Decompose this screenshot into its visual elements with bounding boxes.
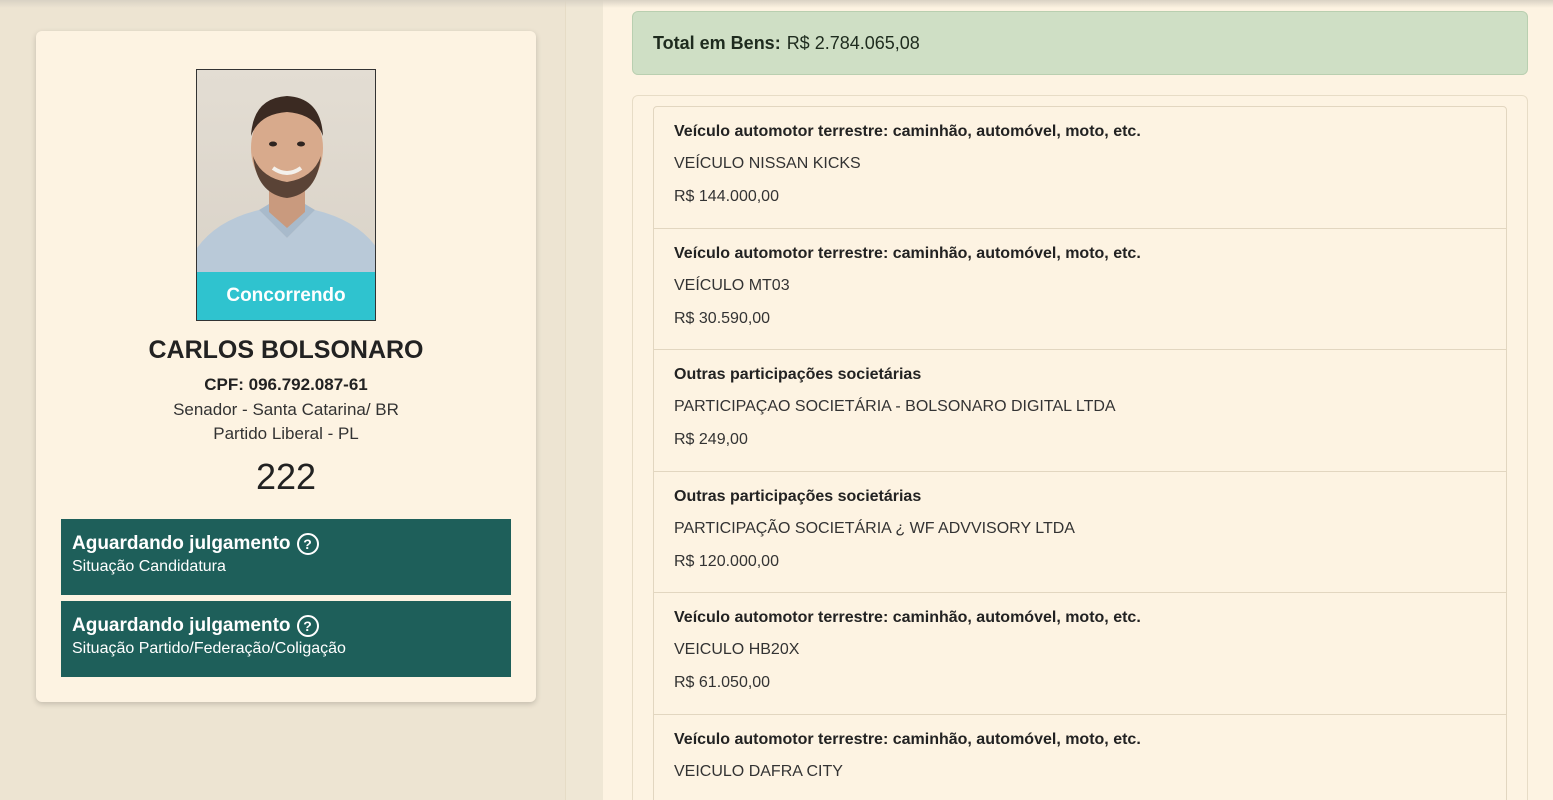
status-title-text: Aguardando julgamento (72, 615, 291, 636)
question-circle-icon[interactable]: ? (296, 615, 319, 637)
status-badge: Concorrendo (197, 272, 375, 320)
list-item: Veículo automotor terrestre: caminhão, a… (654, 593, 1506, 715)
asset-description: PARTICIPAÇÃO SOCIETÁRIA ¿ WF ADVVISORY L… (674, 519, 1075, 537)
question-circle-icon[interactable]: ? (296, 533, 319, 555)
asset-value: R$ 120.000,00 (674, 552, 779, 570)
asset-description: VEICULO HB20X (674, 641, 800, 659)
candidate-name: CARLOS BOLSONARO (148, 336, 424, 364)
list-item: Veículo automotor terrestre: caminhão, a… (654, 107, 1506, 229)
total-assets-value: R$ 2.784.065,08 (786, 32, 920, 53)
status-title: Aguardando julgamento ? (72, 533, 500, 555)
list-item: Veículo automotor terrestre: caminhão, a… (654, 715, 1506, 800)
candidate-cpf: CPF: 096.792.087-61 (204, 375, 368, 394)
list-item: Veículo automotor terrestre: caminhão, a… (654, 229, 1506, 351)
asset-type: Veículo automotor terrestre: caminhão, a… (674, 609, 1141, 627)
status-title-text: Aguardando julgamento (72, 533, 291, 554)
asset-value: R$ 30.590,00 (674, 309, 771, 327)
asset-description: PARTICIPAÇAO SOCIETÁRIA - BOLSONARO DIGI… (674, 398, 1116, 416)
asset-value: R$ 61.050,00 (674, 674, 771, 692)
total-assets-label: Total em Bens: (653, 32, 781, 53)
status-party-box: Aguardando julgamento ? Situação Partido… (61, 601, 511, 677)
asset-description: VEICULO DAFRA CITY (674, 762, 843, 780)
asset-description: VEÍCULO NISSAN KICKS (674, 155, 861, 172)
list-item: Outras participações societárias PARTICI… (654, 472, 1506, 594)
asset-description: VEÍCULO MT03 (674, 276, 790, 294)
list-item: Outras participações societárias PARTICI… (654, 350, 1506, 472)
candidate-party: Partido Liberal - PL (213, 424, 359, 443)
asset-type: Outras participações societárias (674, 366, 922, 384)
pane-divider (565, 0, 603, 800)
asset-value: R$ 249,00 (674, 431, 748, 449)
asset-type: Veículo automotor terrestre: caminhão, a… (674, 244, 1141, 262)
asset-type: Veículo automotor terrestre: caminhão, a… (674, 730, 1141, 748)
asset-type: Outras participações societárias (674, 487, 922, 505)
status-subtitle: Situação Candidatura (72, 558, 226, 575)
asset-value: R$ 144.000,00 (674, 188, 779, 205)
asset-type: Veículo automotor terrestre: caminhão, a… (674, 123, 1141, 140)
status-candidacy-box: Aguardando julgamento ? Situação Candida… (61, 519, 511, 595)
status-title: Aguardando julgamento ? (72, 615, 500, 637)
candidate-card: Concorrendo CARLOS BOLSONARO CPF: 096.79… (36, 31, 536, 702)
candidate-photo: Concorrendo (196, 69, 376, 321)
status-subtitle: Situação Partido/Federação/Coligação (72, 640, 346, 657)
candidate-number: 222 (255, 456, 317, 497)
candidate-office: Senador - Santa Catarina/ BR (173, 400, 399, 419)
total-assets-box: Total em Bens: R$ 2.784.065,08 (632, 11, 1528, 75)
assets-list: Veículo automotor terrestre: caminhão, a… (653, 106, 1507, 800)
assets-panel: Veículo automotor terrestre: caminhão, a… (632, 95, 1528, 800)
